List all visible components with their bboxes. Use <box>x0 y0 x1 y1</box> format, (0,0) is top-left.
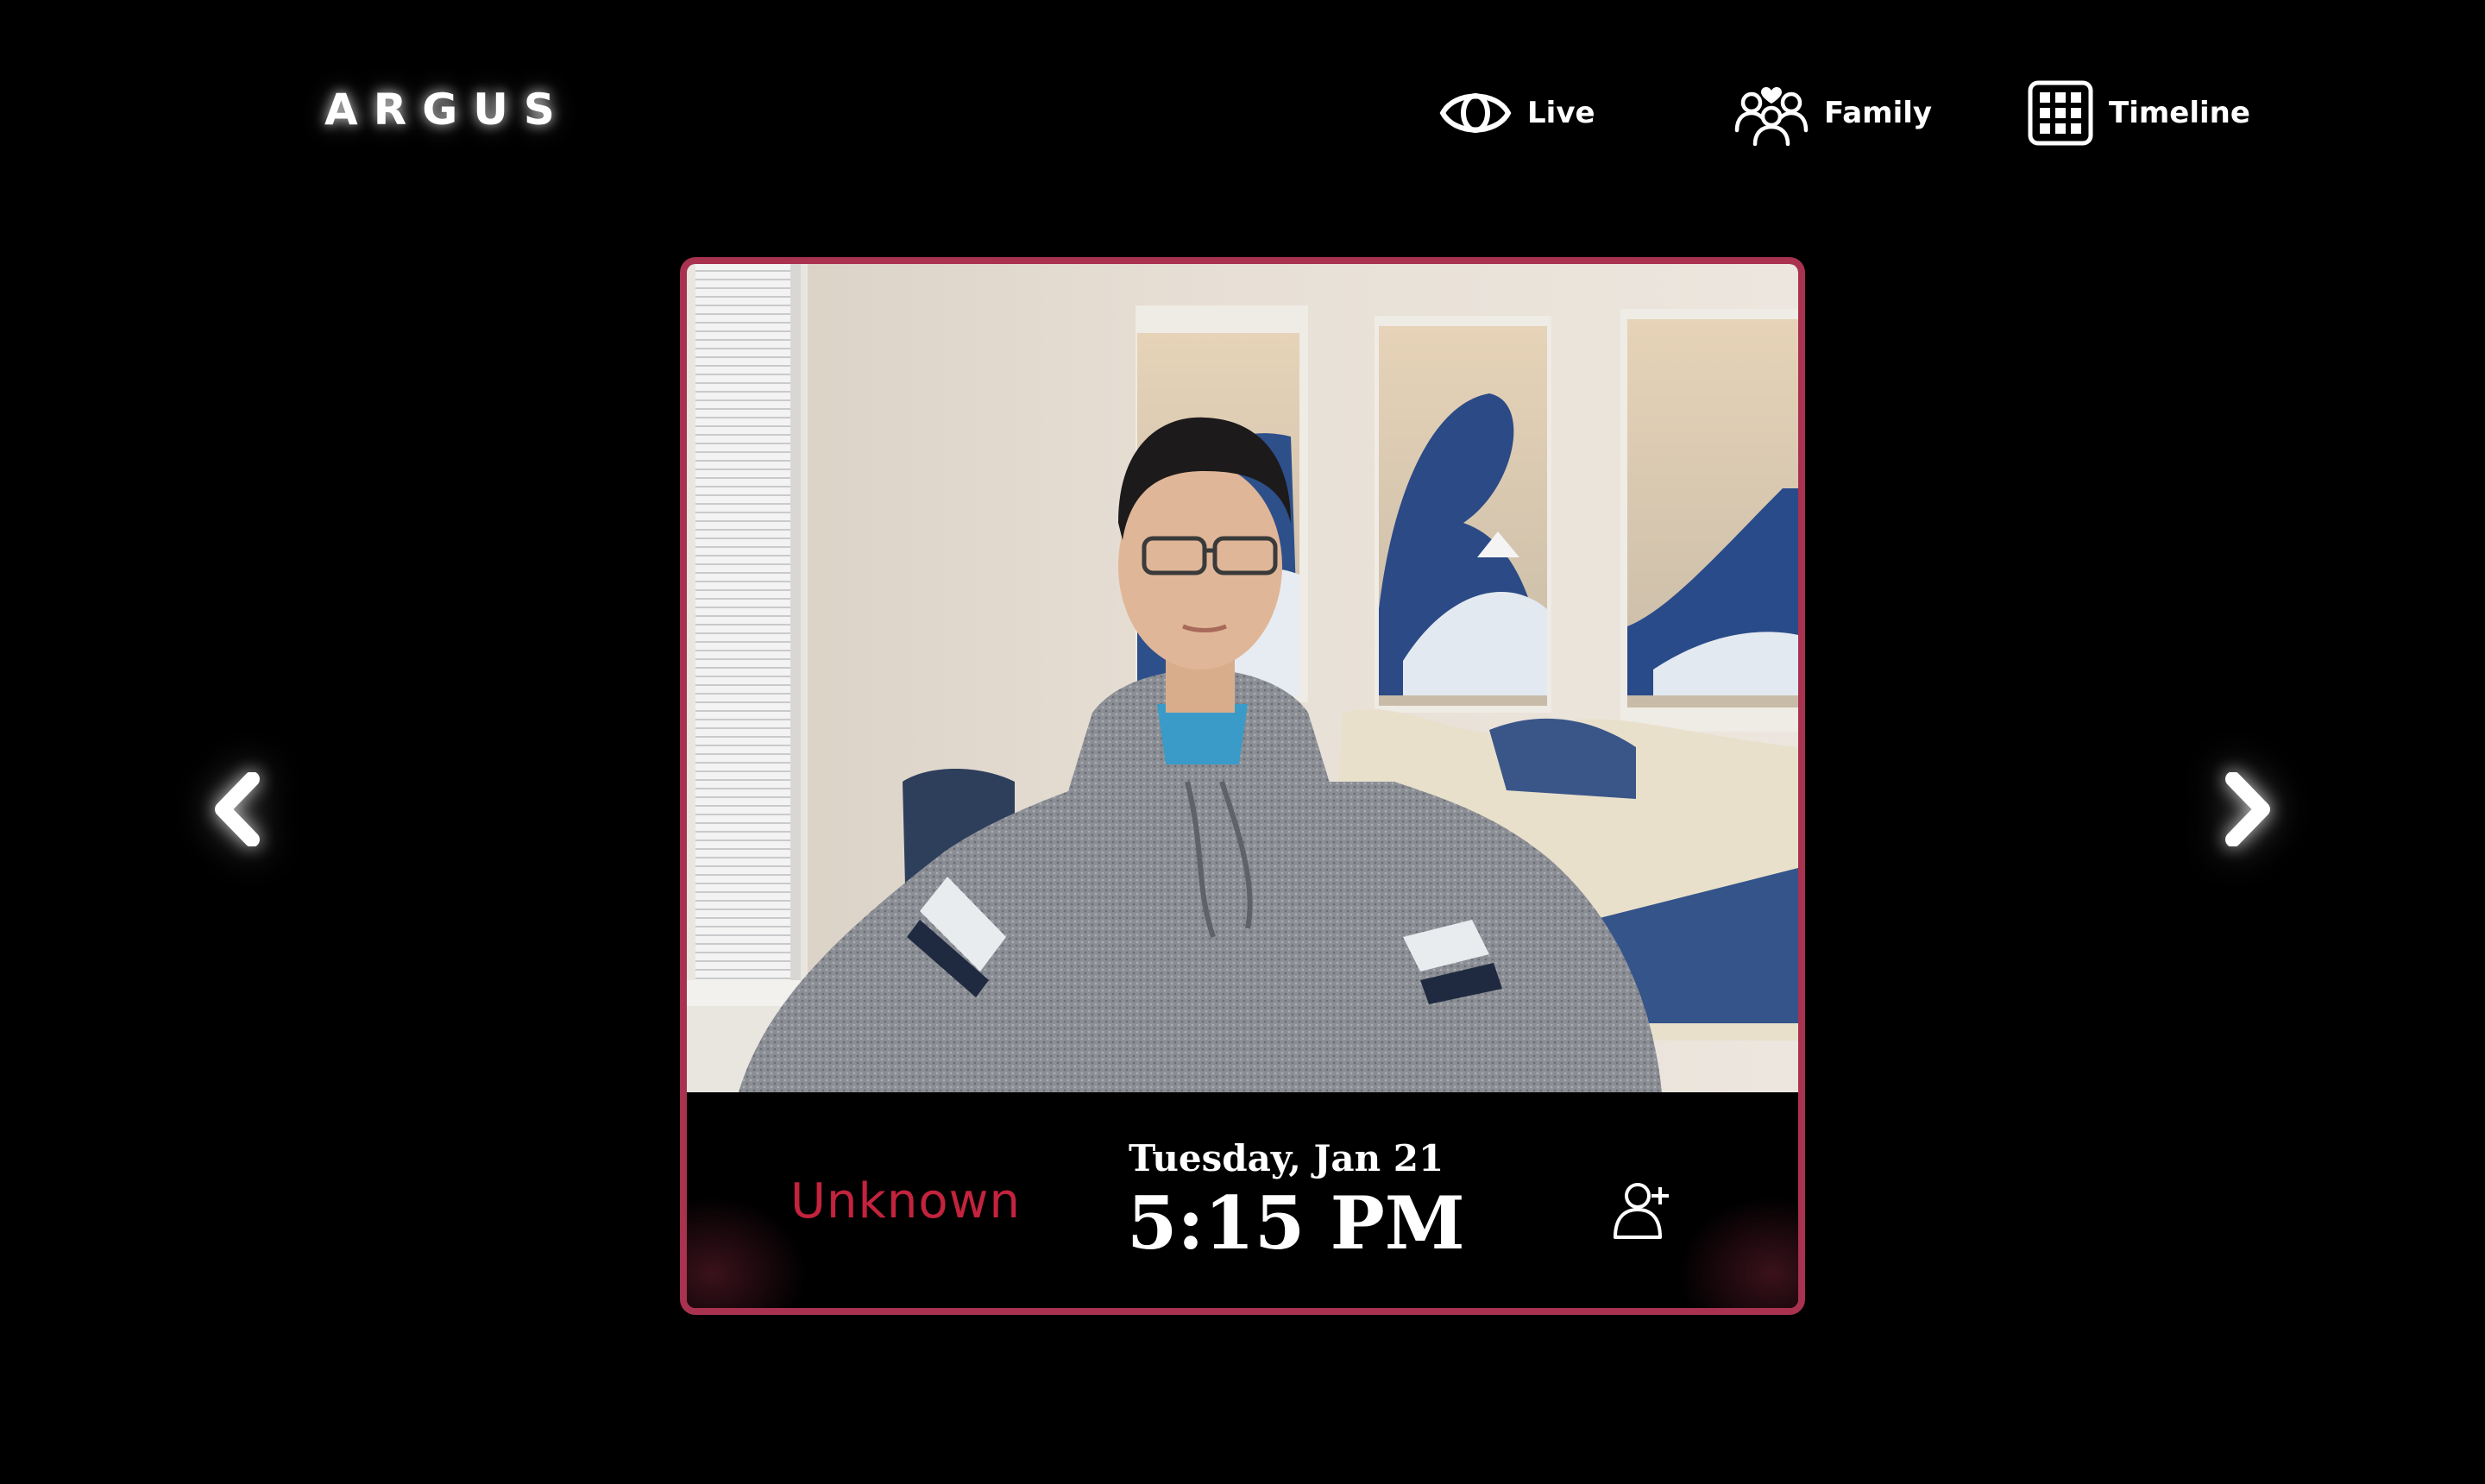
add-person-button[interactable] <box>1610 1175 1679 1244</box>
next-button[interactable] <box>2204 768 2290 854</box>
chevron-left-icon <box>212 771 264 850</box>
nav-live-label: Live <box>1527 96 1595 130</box>
app-logo: ARGUS <box>324 85 570 135</box>
grid-icon <box>2028 80 2093 146</box>
nav-family-label: Family <box>1824 96 1933 130</box>
event-card: Unknown Tuesday, Jan 21 5:15 PM <box>680 257 1805 1315</box>
event-date: Tuesday, Jan 21 <box>1129 1137 1444 1179</box>
nav-timeline[interactable]: Timeline <box>2028 76 2250 150</box>
previous-button[interactable] <box>195 768 281 854</box>
corner-glow-left <box>687 1196 808 1308</box>
snapshot-photo <box>687 264 1798 1092</box>
event-time: 5:15 PM <box>1127 1180 1465 1266</box>
family-icon <box>1734 80 1809 146</box>
chevron-right-icon <box>2221 771 2273 850</box>
corner-glow-right <box>1677 1196 1798 1308</box>
add-person-icon <box>1610 1183 1679 1248</box>
eye-icon <box>1439 83 1512 143</box>
nav-family[interactable]: Family <box>1734 76 1932 150</box>
nav-live[interactable]: Live <box>1439 76 1595 150</box>
event-info-bar: Unknown Tuesday, Jan 21 5:15 PM <box>687 1092 1798 1308</box>
person-status: Unknown <box>790 1173 1021 1229</box>
nav-timeline-label: Timeline <box>2109 96 2250 130</box>
